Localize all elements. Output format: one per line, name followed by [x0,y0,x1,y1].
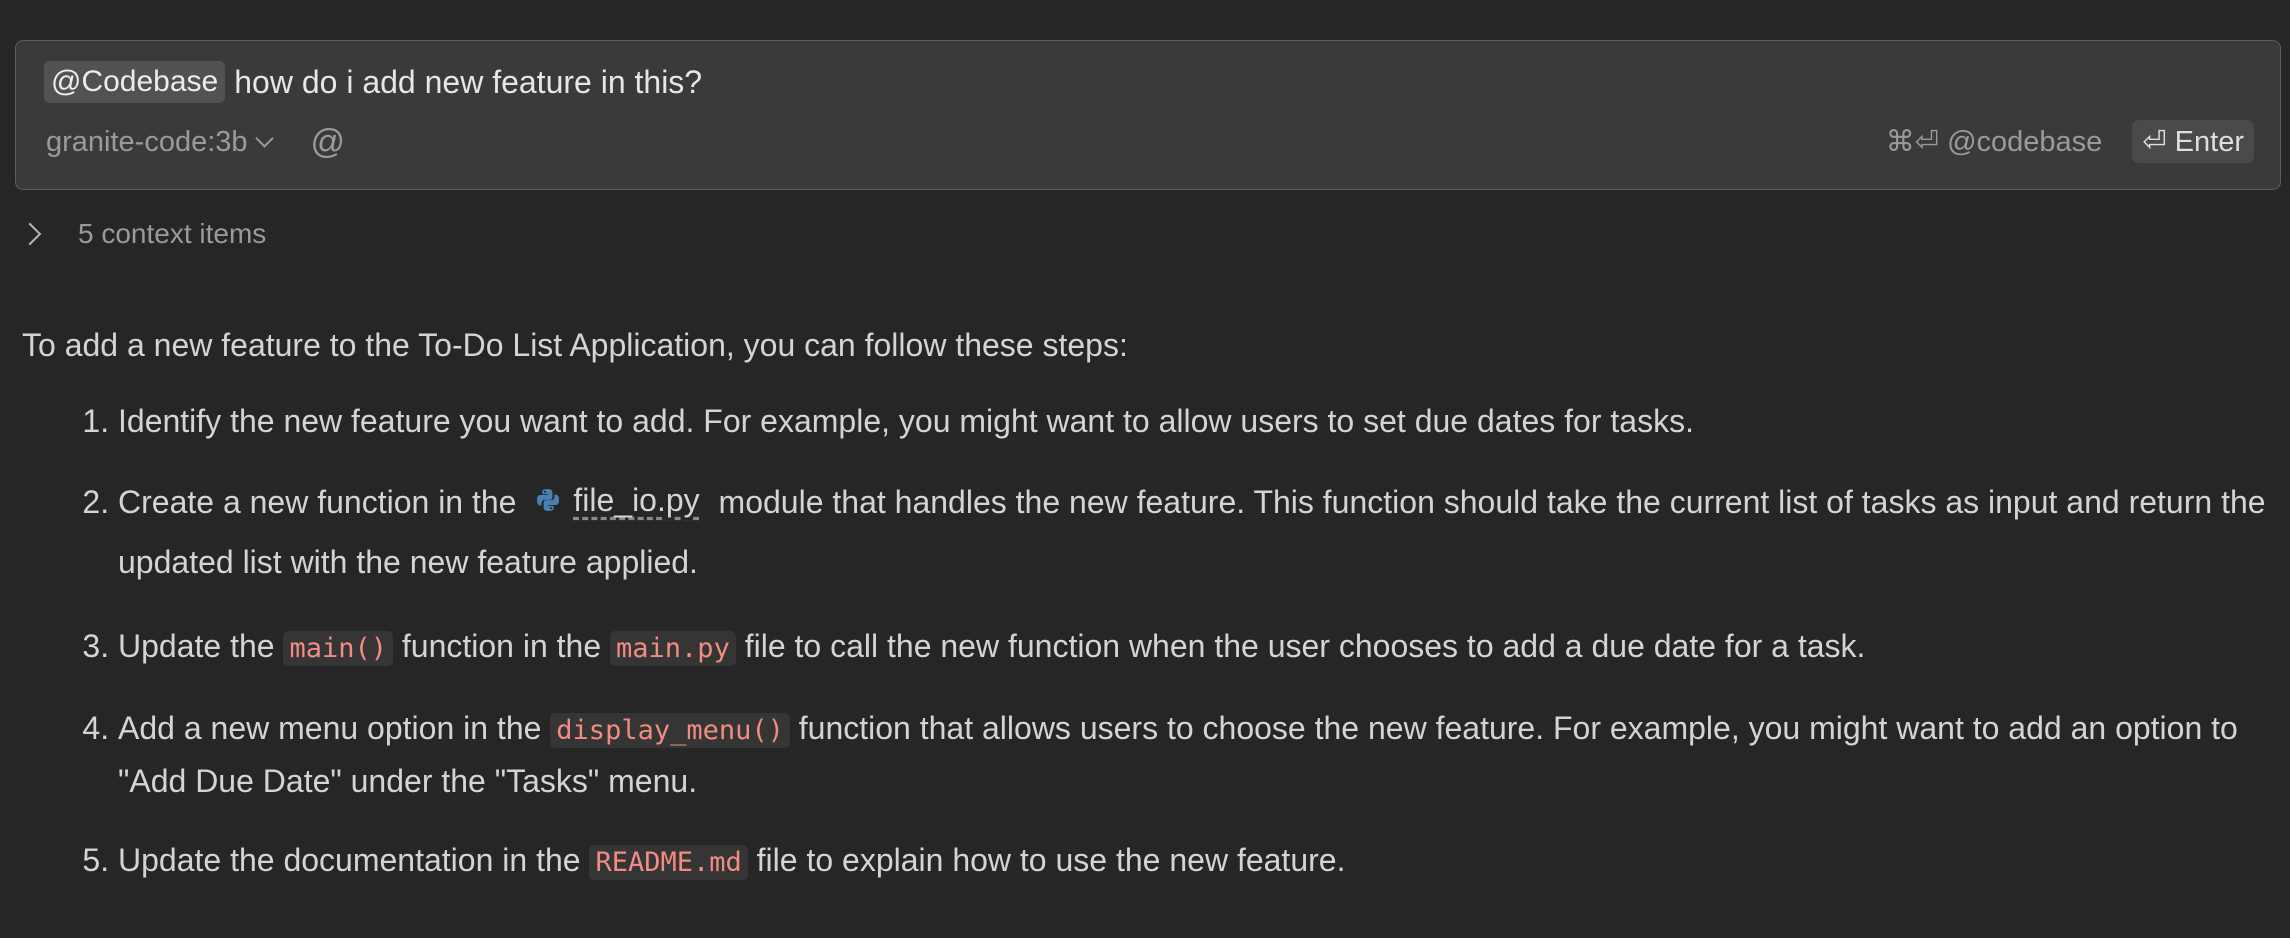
list-item: Add a new menu option in the display_men… [118,703,2272,806]
response-intro: To add a new feature to the To-Do List A… [22,327,1128,363]
chevron-right-icon [18,222,42,246]
model-name: granite-code:3b [46,125,248,158]
step-5-pre: Update the documentation in the [118,842,581,878]
python-file-icon [537,489,560,511]
model-selector[interactable]: granite-code:3b [46,125,274,159]
step-3-mid: function in the [401,628,602,664]
list-item: Identify the new feature you want to add… [118,396,2272,446]
file-name: file_io.py [573,482,700,518]
assistant-response: To add a new feature to the To-Do List A… [22,322,2272,917]
inline-code: main() [283,631,393,666]
context-items-label: 5 context items [78,218,267,249]
steps-list: Identify the new feature you want to add… [22,396,2272,893]
query-text-area[interactable]: @Codebase how do i add new feature in th… [44,61,702,103]
query-text: how do i add new feature in this? [234,63,703,100]
step-3-pre: Update the [118,628,275,664]
inline-code: display_menu() [550,713,790,748]
chevron-down-icon [254,128,274,148]
chat-input-box[interactable]: @Codebase how do i add new feature in th… [15,40,2281,190]
list-item: Create a new function in the file_io.py … [118,470,2272,592]
context-items-toggle[interactable]: 5 context items [18,213,267,255]
inline-code: main.py [610,631,736,666]
enter-button[interactable]: ⏎ Enter [2132,119,2254,163]
list-item: Update the main() function in the main.p… [118,616,2272,679]
step-3-post: file to call the new function when the u… [744,628,1866,664]
codebase-mention-chip[interactable]: @Codebase [44,61,226,103]
file-link[interactable]: file_io.py [535,470,700,530]
codebase-shortcut-button[interactable]: ⌘⏎ @codebase [1886,124,2103,159]
step-1-text: Identify the new feature you want to add… [118,403,1694,439]
step-5-post: file to explain how to use the new featu… [756,842,1346,878]
input-toolbar-right: ⌘⏎ @codebase ⏎ Enter [1886,118,2254,164]
list-item: Update the documentation in the README.m… [118,830,2272,893]
inline-code: README.md [589,845,748,880]
step-2-pre: Create a new function in the [118,484,517,520]
at-icon[interactable]: @ [311,123,346,162]
input-toolbar-left: granite-code:3b @ [46,119,345,165]
step-4-pre: Add a new menu option in the [118,710,542,746]
